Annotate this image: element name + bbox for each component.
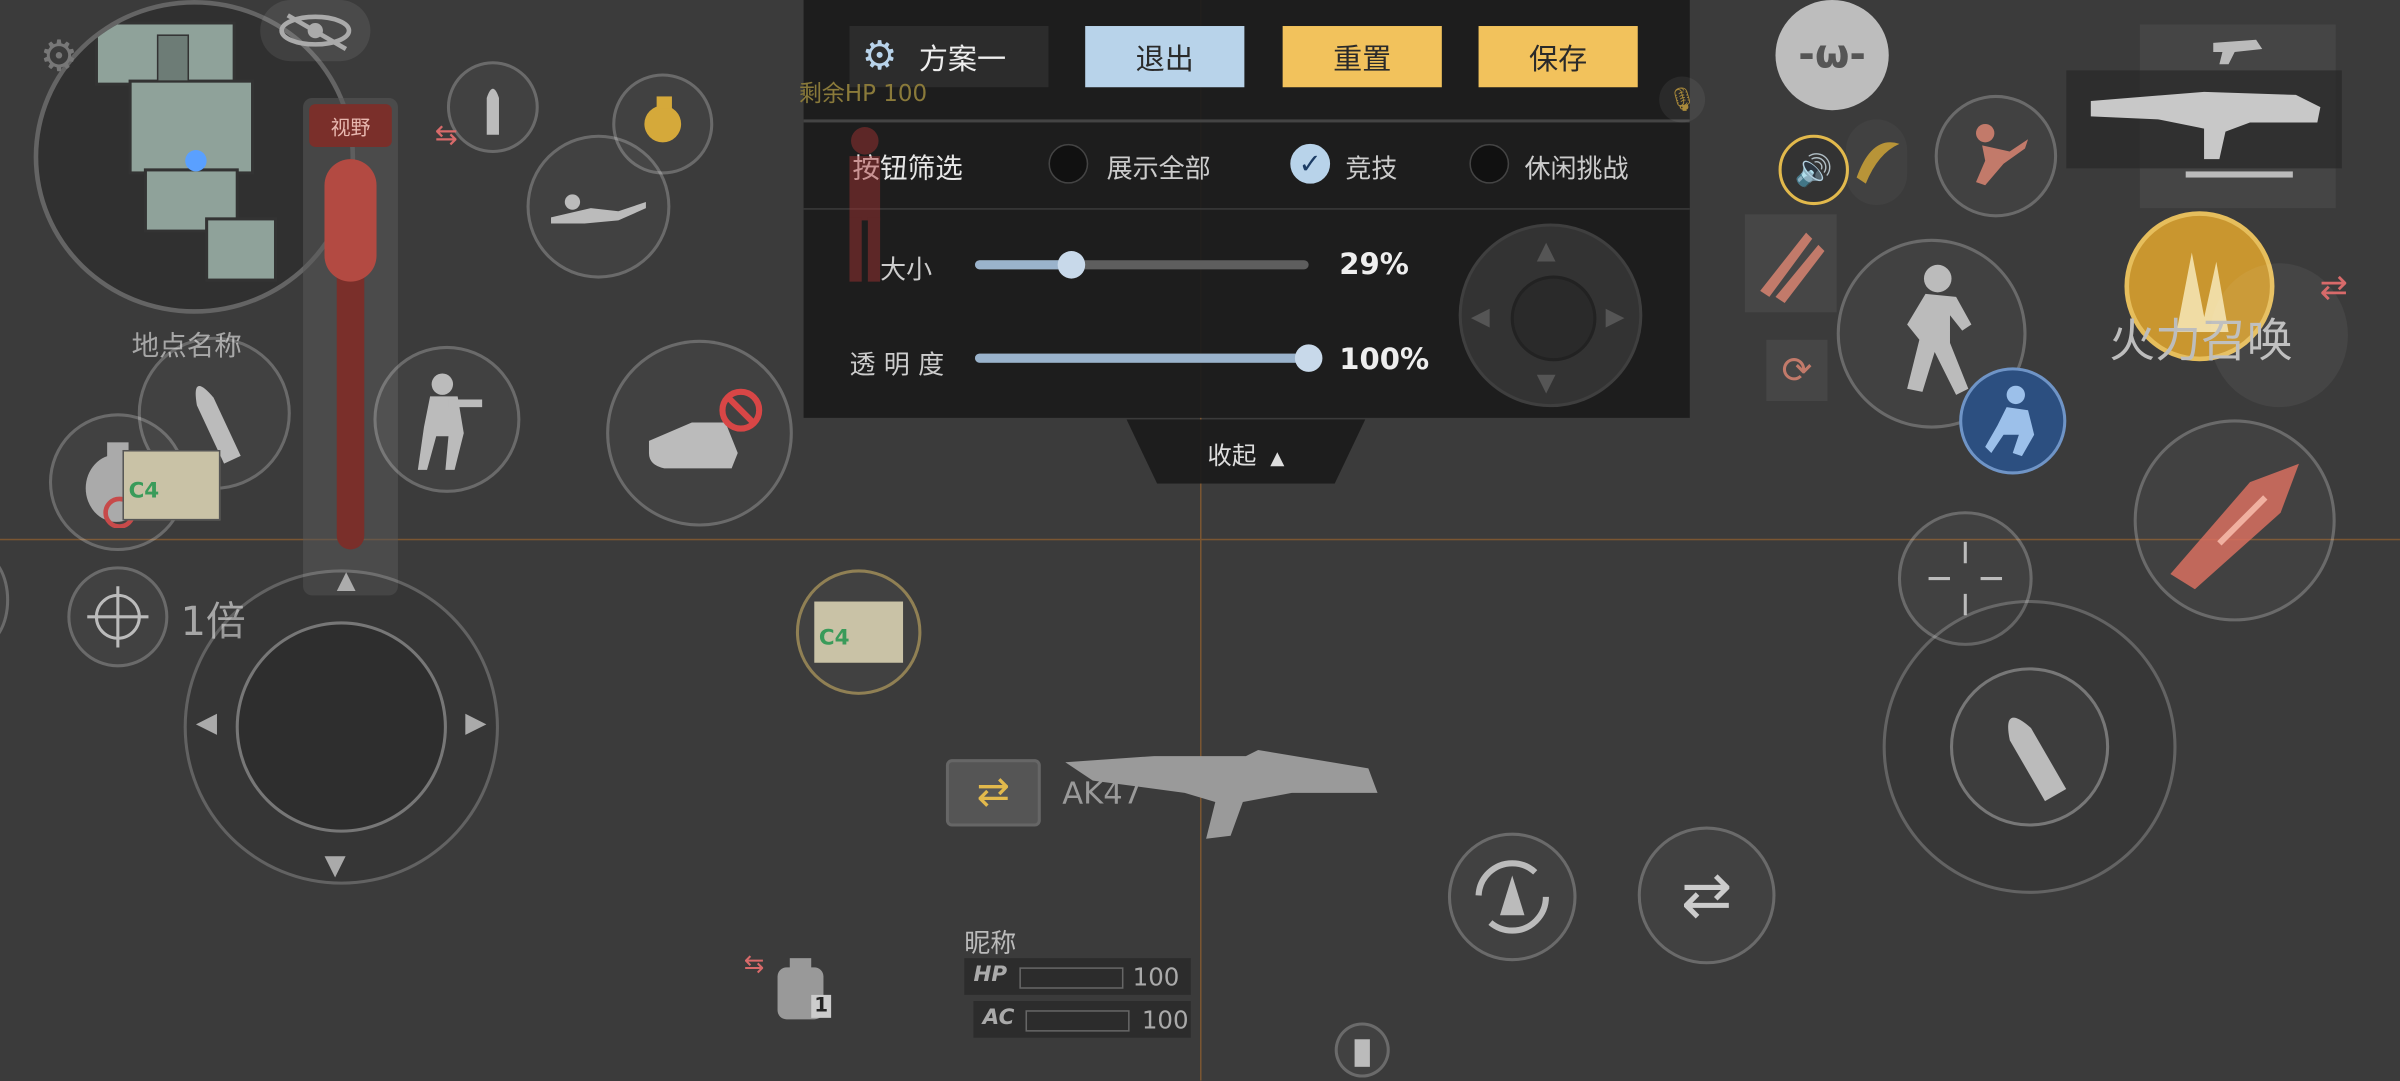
position-dpad[interactable]: ▲ ▼ ◀ ▶ xyxy=(1458,223,1643,408)
mic-icon: 🎙 xyxy=(1667,85,1697,114)
fire-joystick[interactable] xyxy=(1882,599,2177,894)
reset-button[interactable]: 重置 xyxy=(1282,26,1442,88)
dpad-right-icon[interactable]: ▶ xyxy=(1606,302,1625,331)
backpack-number: 1 xyxy=(811,994,832,1018)
triangle-up-icon: ▲ xyxy=(1270,446,1285,469)
size-slider-knob[interactable] xyxy=(1057,251,1086,279)
gear-settings-icon: ⚙ xyxy=(861,33,898,80)
switch-weapon-button[interactable]: ⇄ xyxy=(1637,826,1776,965)
gear-icon[interactable]: ⚙ xyxy=(40,31,78,82)
exit-button[interactable]: 退出 xyxy=(1085,26,1245,88)
collapse-label: 收起 xyxy=(1207,440,1257,470)
kick-skill-button[interactable] xyxy=(1934,94,2058,218)
joystick-right-icon: ▶ xyxy=(465,707,487,740)
dpad-left-icon[interactable]: ◀ xyxy=(1471,302,1490,331)
size-slider[interactable] xyxy=(974,251,1309,279)
claw-skill-button[interactable] xyxy=(1744,214,1837,313)
filter-all-radio[interactable] xyxy=(1048,143,1089,184)
ac-label: AC xyxy=(982,1005,1015,1031)
bullet-button[interactable] xyxy=(446,61,539,154)
filter-all-label[interactable]: 展示全部 xyxy=(1107,147,1211,186)
sprint-jump-button[interactable] xyxy=(1959,367,2067,475)
opacity-value: 100% xyxy=(1339,342,1430,377)
swap-small-icon[interactable]: ⇆ xyxy=(435,119,458,151)
prone-button[interactable] xyxy=(526,134,671,279)
opacity-slider[interactable] xyxy=(974,344,1323,372)
fire-button[interactable] xyxy=(1949,667,2110,827)
mic-button[interactable]: 🎙 xyxy=(1659,76,1706,123)
reload-button[interactable] xyxy=(1447,832,1577,962)
melee-attack-button[interactable] xyxy=(2133,419,2336,622)
save-button[interactable]: 保存 xyxy=(1478,26,1638,88)
opacity-slider-knob[interactable] xyxy=(1294,344,1323,372)
hp-label: HP xyxy=(973,962,1008,988)
swap-right-icon: ⇄ xyxy=(2319,269,2348,308)
swap-weapon-icon: ⇄ xyxy=(976,769,1011,816)
ak47-weapon-icon[interactable] xyxy=(1062,747,1383,845)
filter-casual-label[interactable]: 休闲挑战 xyxy=(1524,147,1628,186)
filter-competitive-label[interactable]: 竞技 xyxy=(1345,147,1397,186)
rifle-icon xyxy=(2090,91,2321,160)
ac-row: AC 100 xyxy=(973,1001,1191,1038)
joystick-left-icon: ◀ xyxy=(195,707,218,740)
collapse-tab[interactable]: 收起 ▲ xyxy=(1126,419,1366,484)
crouch-aim-button[interactable] xyxy=(373,345,521,493)
vision-label-badge: 视野 xyxy=(309,104,392,147)
backpack-icon xyxy=(777,958,824,1020)
remaining-hp: 剩余HP 100 xyxy=(798,79,928,108)
c4-center-card: C4 xyxy=(814,601,904,663)
ac-value: 100 xyxy=(1141,1005,1189,1035)
vision-gauge-knob[interactable] xyxy=(324,159,377,282)
backpack-button[interactable]: ⇆ 1 xyxy=(744,949,857,1032)
hp-value: 100 xyxy=(1132,962,1180,992)
vision-label: 视野 xyxy=(330,117,371,141)
opacity-slider-fill xyxy=(974,353,1309,363)
dpad-down-icon[interactable]: ▼ xyxy=(1537,367,1556,396)
switch-arrows-icon: ⇄ xyxy=(1680,860,1733,931)
panel-divider-2 xyxy=(803,208,1690,210)
filter-competitive-radio[interactable]: ✓ xyxy=(1290,143,1331,184)
checkmark-icon: ✓ xyxy=(1298,147,1322,180)
c4-center-label: C4 xyxy=(818,626,850,651)
vision-gauge[interactable]: 视野 ▲ xyxy=(303,97,398,596)
dpad-up-icon[interactable]: ▲ xyxy=(1537,236,1556,265)
joystick-knob[interactable] xyxy=(235,621,447,833)
scheme-name: 方案一 xyxy=(918,42,1007,76)
c4-label: C4 xyxy=(128,479,160,504)
wink-face-icon: -ω- xyxy=(1798,32,1866,79)
ac-bar xyxy=(1025,1010,1130,1032)
edge-button[interactable] xyxy=(0,554,10,646)
hp-row: HP 100 xyxy=(964,958,1191,995)
speaker-button[interactable]: 🔊 xyxy=(1778,134,1849,206)
weapon-switch-button[interactable]: ⇄ xyxy=(945,759,1041,827)
refresh-skill-button[interactable]: ⟳ xyxy=(1766,339,1828,402)
swap-backpack-icon: ⇆ xyxy=(743,948,765,979)
nickname-label: 昵称 xyxy=(964,929,1017,960)
c4-plant-button[interactable]: C4 xyxy=(795,569,922,695)
panel-divider xyxy=(803,119,1690,123)
dpad-center[interactable] xyxy=(1510,275,1597,362)
character-silhouette xyxy=(834,126,895,285)
no-step-button[interactable] xyxy=(606,339,793,527)
eye-vision-icon[interactable] xyxy=(260,0,371,62)
scope-button[interactable] xyxy=(67,566,169,668)
layout-settings-panel: ⚙ 方案一 退出 重置 保存 按钮筛选 展示全部 ✓ 竞技 休闲挑战 大小 29… xyxy=(803,0,1690,418)
flashbang-button[interactable] xyxy=(1334,1022,1390,1078)
filter-casual-radio[interactable] xyxy=(1469,143,1510,184)
size-value: 29% xyxy=(1339,247,1409,282)
game-screen: ⚙ 地点名称 视野 ▲ ⇆ C4 1倍 ◀ ▶ ▼ C4 ⇄ AK47 昵称 H… xyxy=(0,0,2400,1081)
opacity-label: 透 明 度 xyxy=(849,350,945,382)
joystick-down-icon: ▼ xyxy=(324,849,346,882)
speaker-icon: 🔊 xyxy=(1794,151,1833,189)
hp-bar xyxy=(1019,967,1124,989)
wing-skill-button[interactable] xyxy=(1846,119,1907,205)
refresh-icon: ⟳ xyxy=(1781,348,1813,392)
c4-card[interactable]: C4 xyxy=(122,449,221,521)
emote-button[interactable]: -ω- xyxy=(1775,0,1889,111)
primary-weapon-slot[interactable] xyxy=(2066,70,2342,169)
movement-joystick[interactable] xyxy=(183,569,499,885)
grenade-right-button[interactable]: ⇄ xyxy=(2210,263,2348,408)
